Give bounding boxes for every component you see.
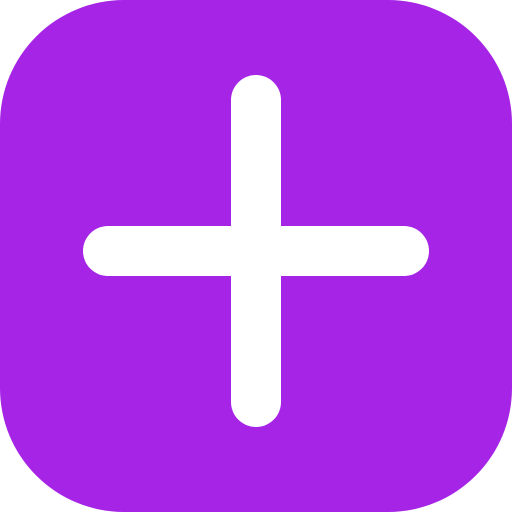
add-app-icon-button[interactable] <box>0 0 512 512</box>
plus-icon <box>83 75 429 427</box>
